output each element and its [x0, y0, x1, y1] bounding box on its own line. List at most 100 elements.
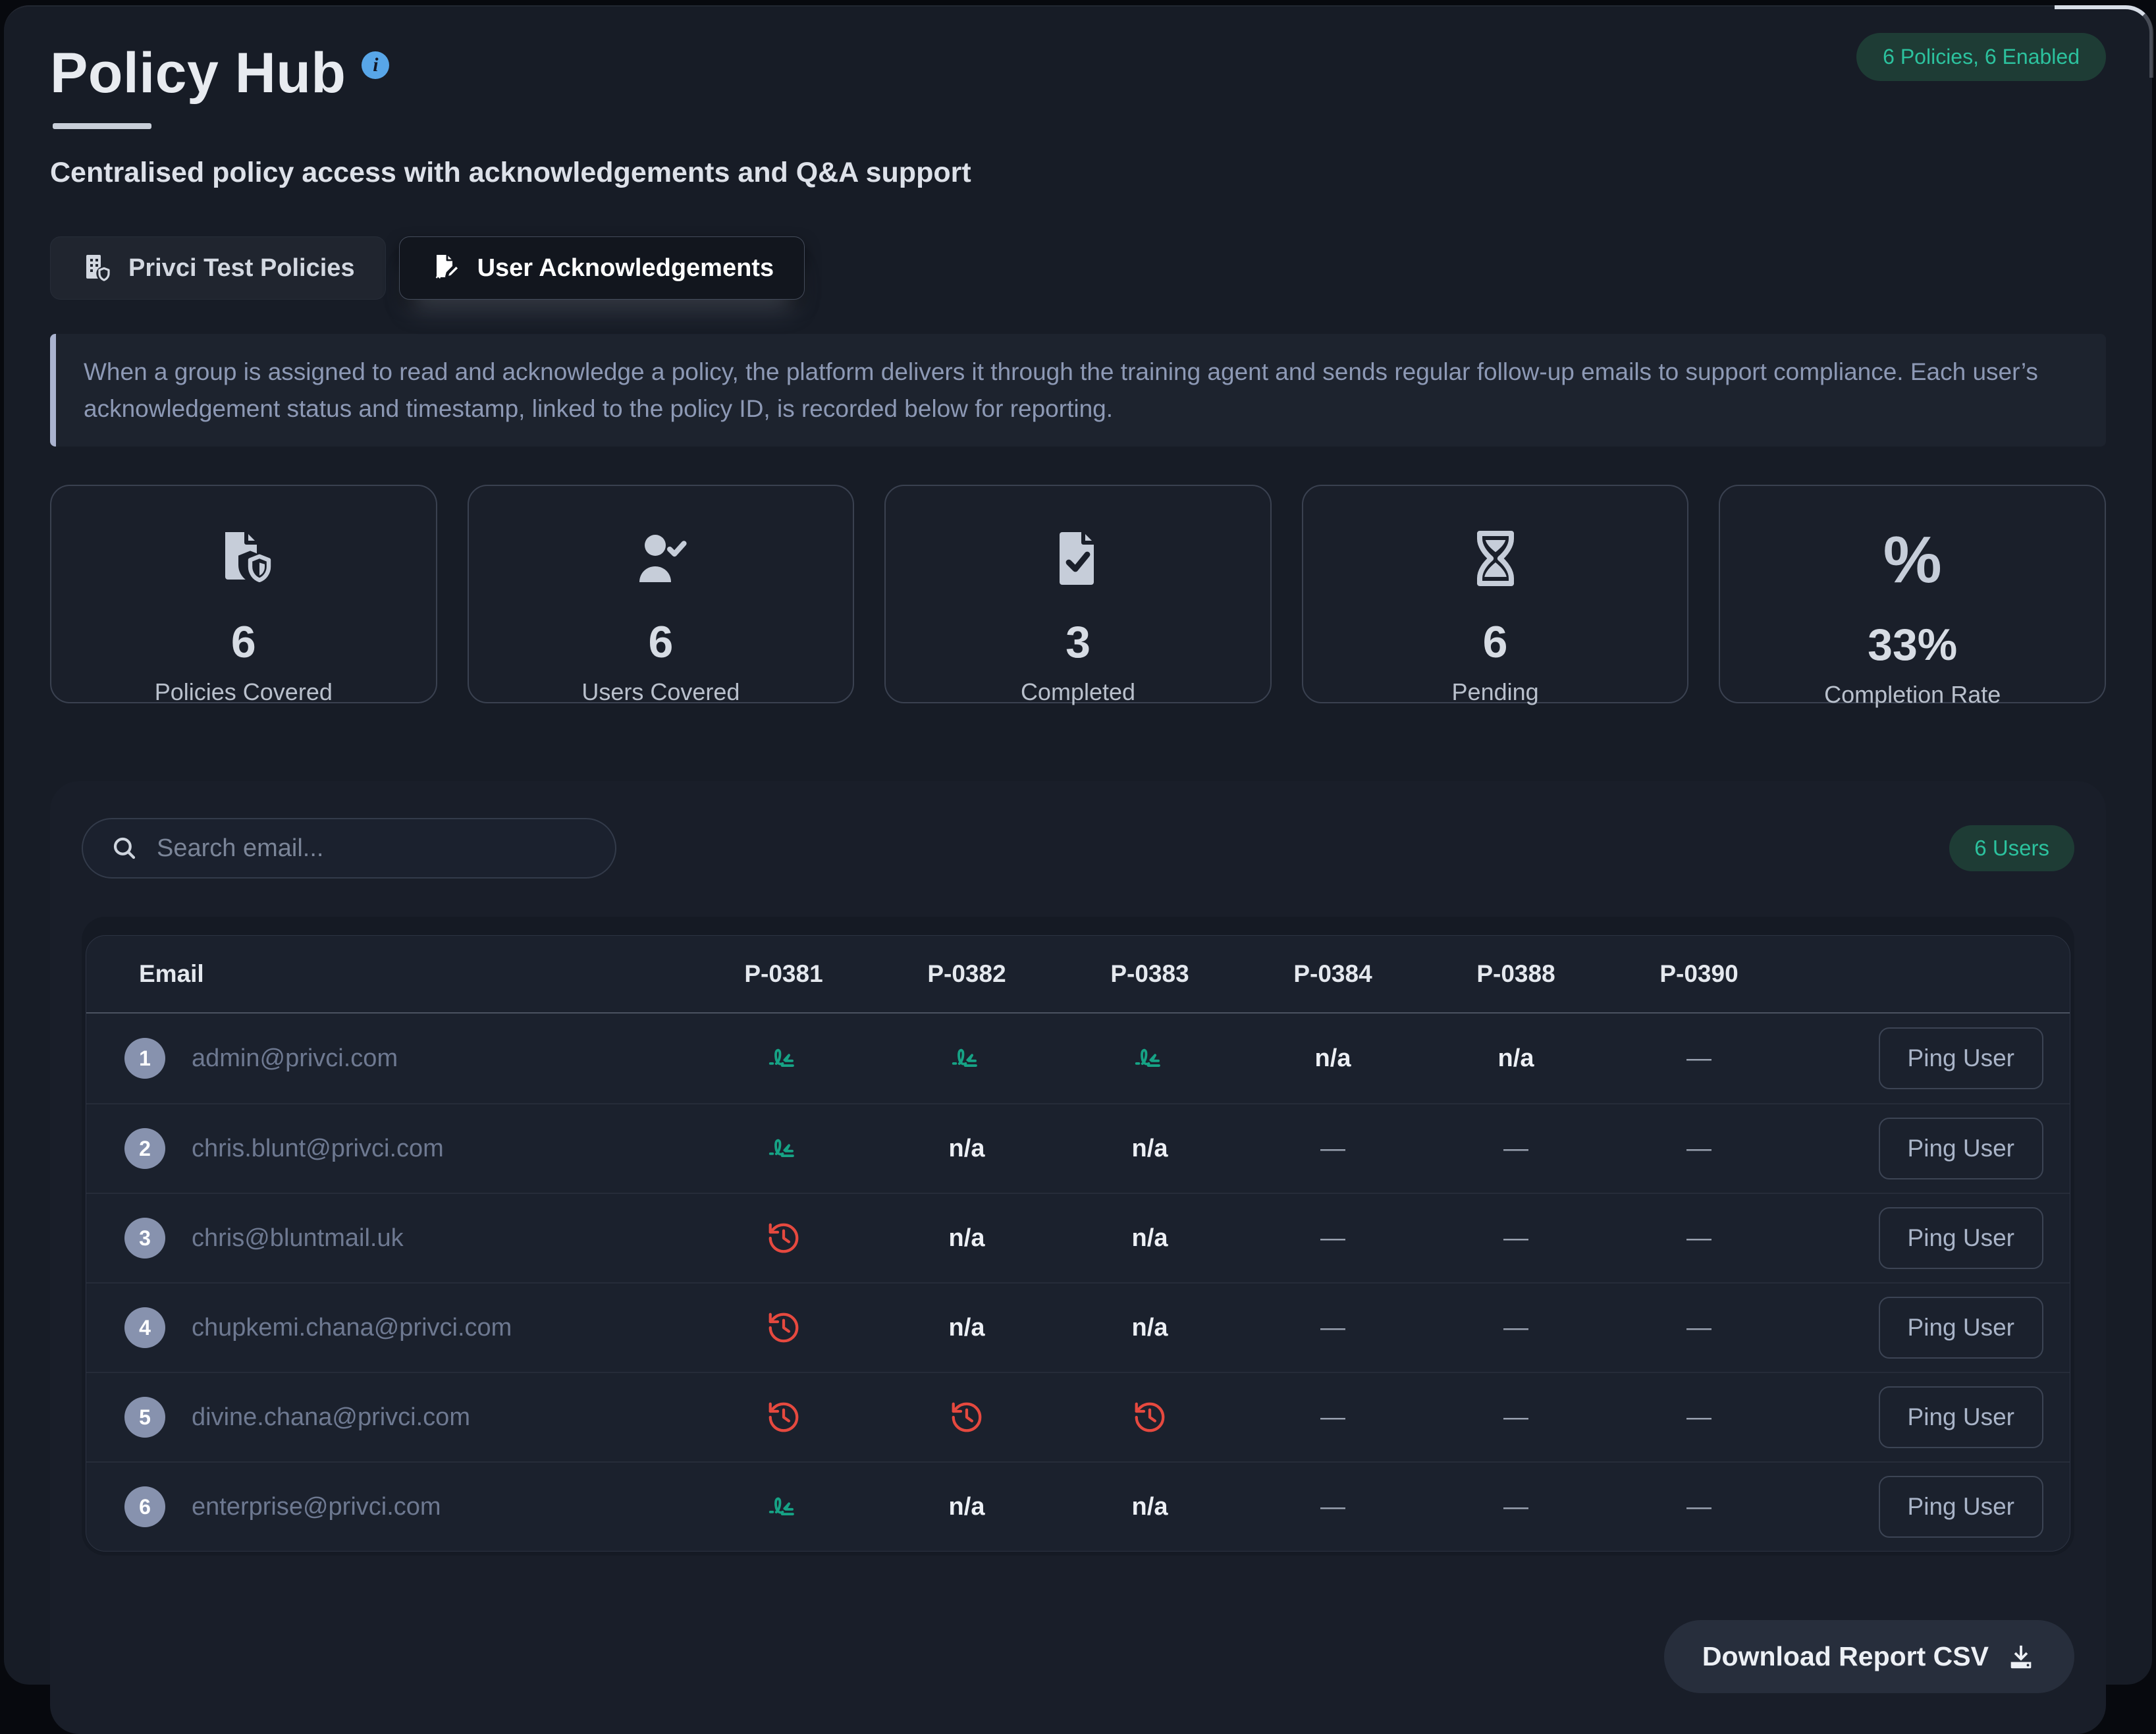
row-email: chupkemi.chana@privci.com [192, 1314, 512, 1342]
stat-value: 33% [1868, 619, 1957, 670]
history-icon [766, 1399, 801, 1435]
status-cell: n/a [875, 1314, 1058, 1342]
stat-value: 6 [648, 616, 673, 668]
stat-label: Completed [1021, 678, 1135, 706]
tab-user-acknowledgements[interactable]: User Acknowledgements [399, 236, 805, 300]
signature-icon [766, 1131, 801, 1166]
table-row: 4chupkemi.chana@privci.com n/an/a———Ping… [86, 1282, 2070, 1372]
status-dash: — [1503, 1135, 1528, 1163]
info-icon[interactable]: i [362, 51, 389, 79]
download-report-csv-button[interactable]: Download Report CSV [1664, 1620, 2074, 1693]
ping-user-button[interactable]: Ping User [1879, 1027, 2043, 1089]
history-icon [949, 1399, 984, 1435]
column-p0382: P-0382 [875, 960, 1058, 988]
status-dash: — [1503, 1403, 1528, 1432]
status-na: n/a [949, 1314, 985, 1342]
status-cell: — [1607, 1493, 1791, 1521]
column-p0388: P-0388 [1424, 960, 1607, 988]
table-row: 2chris.blunt@privci.com n/an/a———Ping Us… [86, 1103, 2070, 1193]
search-icon [111, 834, 138, 862]
table-row: 1admin@privci.com n/an/a—Ping User [86, 1014, 2070, 1103]
status-cell: — [1607, 1403, 1791, 1432]
building-shield-icon [81, 252, 113, 284]
percent-icon: % [1883, 527, 1942, 593]
status-cell: n/a [1241, 1044, 1424, 1073]
row-email: chris.blunt@privci.com [192, 1135, 444, 1163]
tab-label: User Acknowledgements [477, 254, 774, 283]
row-index-badge: 4 [124, 1307, 165, 1348]
status-na: n/a [1132, 1224, 1168, 1253]
ping-user-button[interactable]: Ping User [1879, 1476, 2043, 1538]
history-icon [1132, 1399, 1168, 1435]
status-cell: — [1424, 1224, 1607, 1253]
document-pen-icon [430, 252, 462, 284]
history-icon [766, 1220, 801, 1256]
policy-hub-page: Policy Hub i Centralised policy access w… [4, 5, 2152, 1685]
ping-user-button[interactable]: Ping User [1879, 1297, 2043, 1359]
signature-icon [1132, 1041, 1168, 1076]
stat-completion-rate: % 33% Completion Rate [1719, 485, 2106, 703]
status-cell: — [1241, 1135, 1424, 1163]
file-check-icon [1046, 527, 1110, 590]
stat-cards: 6 Policies Covered 6 Users Covered [50, 485, 2106, 703]
signature-icon [766, 1041, 801, 1076]
ping-user-button[interactable]: Ping User [1879, 1207, 2043, 1269]
status-cell: n/a [875, 1493, 1058, 1521]
row-email: enterprise@privci.com [192, 1493, 441, 1521]
status-cell [692, 1310, 875, 1345]
status-cell: — [1241, 1493, 1424, 1521]
signature-icon [766, 1489, 801, 1525]
download-icon [2006, 1642, 2036, 1672]
ping-user-button[interactable]: Ping User [1879, 1118, 2043, 1179]
row-index-badge: 3 [124, 1218, 165, 1259]
tab-privci-test-policies[interactable]: Privci Test Policies [50, 236, 386, 300]
status-dash: — [1320, 1224, 1345, 1253]
status-na: n/a [1498, 1044, 1534, 1073]
row-index-badge: 5 [124, 1397, 165, 1438]
page-title: Policy Hub [50, 41, 346, 106]
hourglass-icon [1464, 527, 1527, 590]
status-cell: n/a [1058, 1314, 1241, 1342]
search-input[interactable] [155, 834, 587, 863]
row-index-badge: 6 [124, 1486, 165, 1527]
status-dash: — [1686, 1403, 1711, 1432]
row-index-badge: 1 [124, 1038, 165, 1079]
ping-user-button[interactable]: Ping User [1879, 1386, 2043, 1448]
history-icon [766, 1310, 801, 1345]
row-email: chris@bluntmail.uk [192, 1224, 404, 1253]
stat-value: 3 [1065, 616, 1091, 668]
status-cell [692, 1489, 875, 1525]
status-dash: — [1686, 1224, 1711, 1253]
search-box[interactable] [82, 818, 616, 879]
status-dash: — [1320, 1403, 1345, 1432]
table-container: Email P-0381 P-0382 P-0383 P-0384 P-0388… [82, 917, 2074, 1556]
stat-label: Policies Covered [155, 678, 333, 706]
status-cell: n/a [1424, 1044, 1607, 1073]
stat-label: Users Covered [581, 678, 740, 706]
acknowledgements-panel: 6 Users Email P-0381 P-0382 P-0383 P-038… [50, 781, 2106, 1734]
status-cell: — [1424, 1403, 1607, 1432]
info-note: When a group is assigned to read and ack… [50, 334, 2106, 447]
status-cell: — [1424, 1493, 1607, 1521]
user-check-icon [629, 527, 692, 590]
status-dash: — [1320, 1135, 1345, 1163]
status-dash: — [1686, 1135, 1711, 1163]
status-dash: — [1503, 1493, 1528, 1521]
status-cell [875, 1041, 1058, 1076]
status-na: n/a [1132, 1493, 1168, 1521]
table-header: Email P-0381 P-0382 P-0383 P-0384 P-0388… [86, 936, 2070, 1014]
status-dash: — [1320, 1314, 1345, 1342]
status-dash: — [1320, 1493, 1345, 1521]
row-email: divine.chana@privci.com [192, 1403, 470, 1432]
tab-bar: Privci Test Policies User Acknowledgemen… [50, 236, 2106, 300]
stat-label: Completion Rate [1824, 681, 2001, 709]
download-label: Download Report CSV [1702, 1641, 1989, 1672]
stat-policies-covered: 6 Policies Covered [50, 485, 437, 703]
status-cell: — [1241, 1314, 1424, 1342]
table-row: 5 divine.chana@privci.com — — — Ping User [86, 1372, 2070, 1461]
table-row: 3chris@bluntmail.uk n/an/a———Ping User [86, 1193, 2070, 1282]
stat-label: Pending [1452, 678, 1539, 706]
column-p0383: P-0383 [1058, 960, 1241, 988]
status-cell [692, 1131, 875, 1166]
status-cell: n/a [875, 1135, 1058, 1163]
